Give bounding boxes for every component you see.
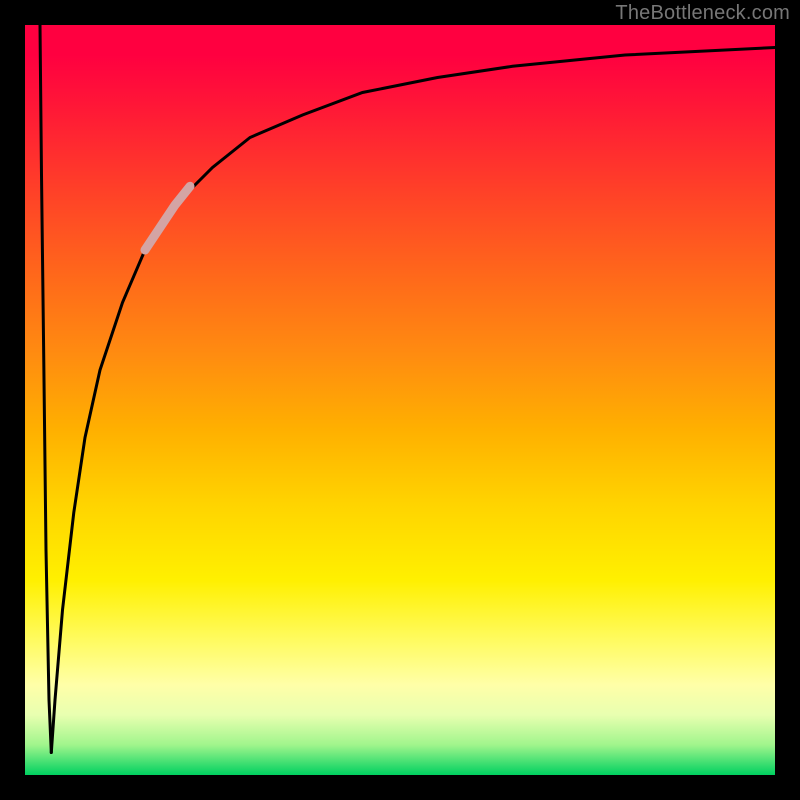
curve-right-branch [51, 48, 775, 753]
watermark-text: TheBottleneck.com [615, 2, 790, 25]
curves-svg [25, 25, 775, 775]
highlight-segment [145, 186, 190, 250]
plot-area [25, 25, 775, 775]
chart-frame: TheBottleneck.com [0, 0, 800, 800]
curve-left-branch [40, 25, 51, 753]
